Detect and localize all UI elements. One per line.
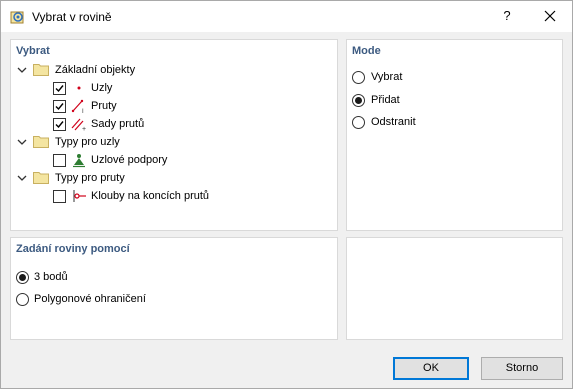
nodal-support-icon <box>73 154 85 168</box>
checkmark-icon <box>55 85 64 93</box>
tree-label-nodal-supports: Uzlové podpory <box>91 154 168 166</box>
plane-polygon-radio[interactable] <box>16 293 29 306</box>
tree-label-basic-objects: Základní objekty <box>55 64 136 76</box>
select-plane-app-icon <box>10 11 24 24</box>
members-checkbox[interactable] <box>53 100 66 113</box>
node-icon <box>77 86 81 90</box>
radio-selected-dot <box>355 97 362 104</box>
mode-add-radio[interactable] <box>352 94 365 107</box>
folder-icon <box>33 64 49 76</box>
plane-option-label: 3 bodů <box>34 271 68 283</box>
mode-panel-title: Mode <box>352 45 381 57</box>
member-hinges-checkbox[interactable] <box>53 190 66 203</box>
member-hinge-icon <box>73 190 86 202</box>
close-icon <box>544 10 556 22</box>
nodes-checkbox[interactable] <box>53 82 66 95</box>
tree-label-member-sets: Sady prutů <box>91 118 145 130</box>
chevron-down-icon[interactable] <box>17 137 27 147</box>
close-button[interactable] <box>537 4 563 28</box>
mode-panel: Mode Vybrat Přidat Odstranit <box>346 39 563 231</box>
member-sets-checkbox[interactable] <box>53 118 66 131</box>
mode-option-label: Odstranit <box>371 116 416 128</box>
member-icon: I <box>71 99 84 114</box>
mode-option-label: Vybrat <box>371 71 403 83</box>
select-panel: Vybrat Základní objekty Uzly I Pruty + S… <box>10 39 338 231</box>
chevron-down-icon[interactable] <box>17 65 27 75</box>
folder-icon <box>33 136 49 148</box>
mode-option-label: Přidat <box>371 94 400 106</box>
plane-definition-panel: Zadání roviny pomocí 3 bodů Polygonové o… <box>10 237 338 340</box>
plane-option-label: Polygonové ohraničení <box>34 293 146 305</box>
window-title: Vybrat v rovině <box>32 10 112 24</box>
nodal-supports-checkbox[interactable] <box>53 154 66 167</box>
help-button[interactable]: ? <box>495 4 519 28</box>
tree-label-node-types: Typy pro uzly <box>55 136 120 148</box>
mode-remove-radio[interactable] <box>352 116 365 129</box>
ok-button[interactable]: OK <box>393 357 469 380</box>
checkmark-icon <box>55 103 64 111</box>
tree-label-member-hinges: Klouby na koncích prutů <box>91 190 210 202</box>
tree-label-nodes: Uzly <box>91 82 113 94</box>
svg-text:+: + <box>82 126 86 132</box>
radio-selected-dot <box>19 274 26 281</box>
empty-panel <box>346 237 563 340</box>
svg-text:I: I <box>82 109 84 114</box>
chevron-down-icon[interactable] <box>17 173 27 183</box>
plane-panel-title: Zadání roviny pomocí <box>16 243 130 255</box>
tree-label-members: Pruty <box>91 100 117 112</box>
select-panel-title: Vybrat <box>16 45 50 57</box>
plane-3-points-radio[interactable] <box>16 271 29 284</box>
checkmark-icon <box>55 121 64 129</box>
dialog-window: Vybrat v rovině ? Vybrat Základní objekt… <box>0 0 573 389</box>
title-bar: Vybrat v rovině ? <box>1 1 572 32</box>
mode-select-radio[interactable] <box>352 71 365 84</box>
member-set-icon: + <box>71 118 86 132</box>
cancel-button[interactable]: Storno <box>481 357 563 380</box>
folder-icon <box>33 172 49 184</box>
tree-label-member-types: Typy pro pruty <box>55 172 125 184</box>
